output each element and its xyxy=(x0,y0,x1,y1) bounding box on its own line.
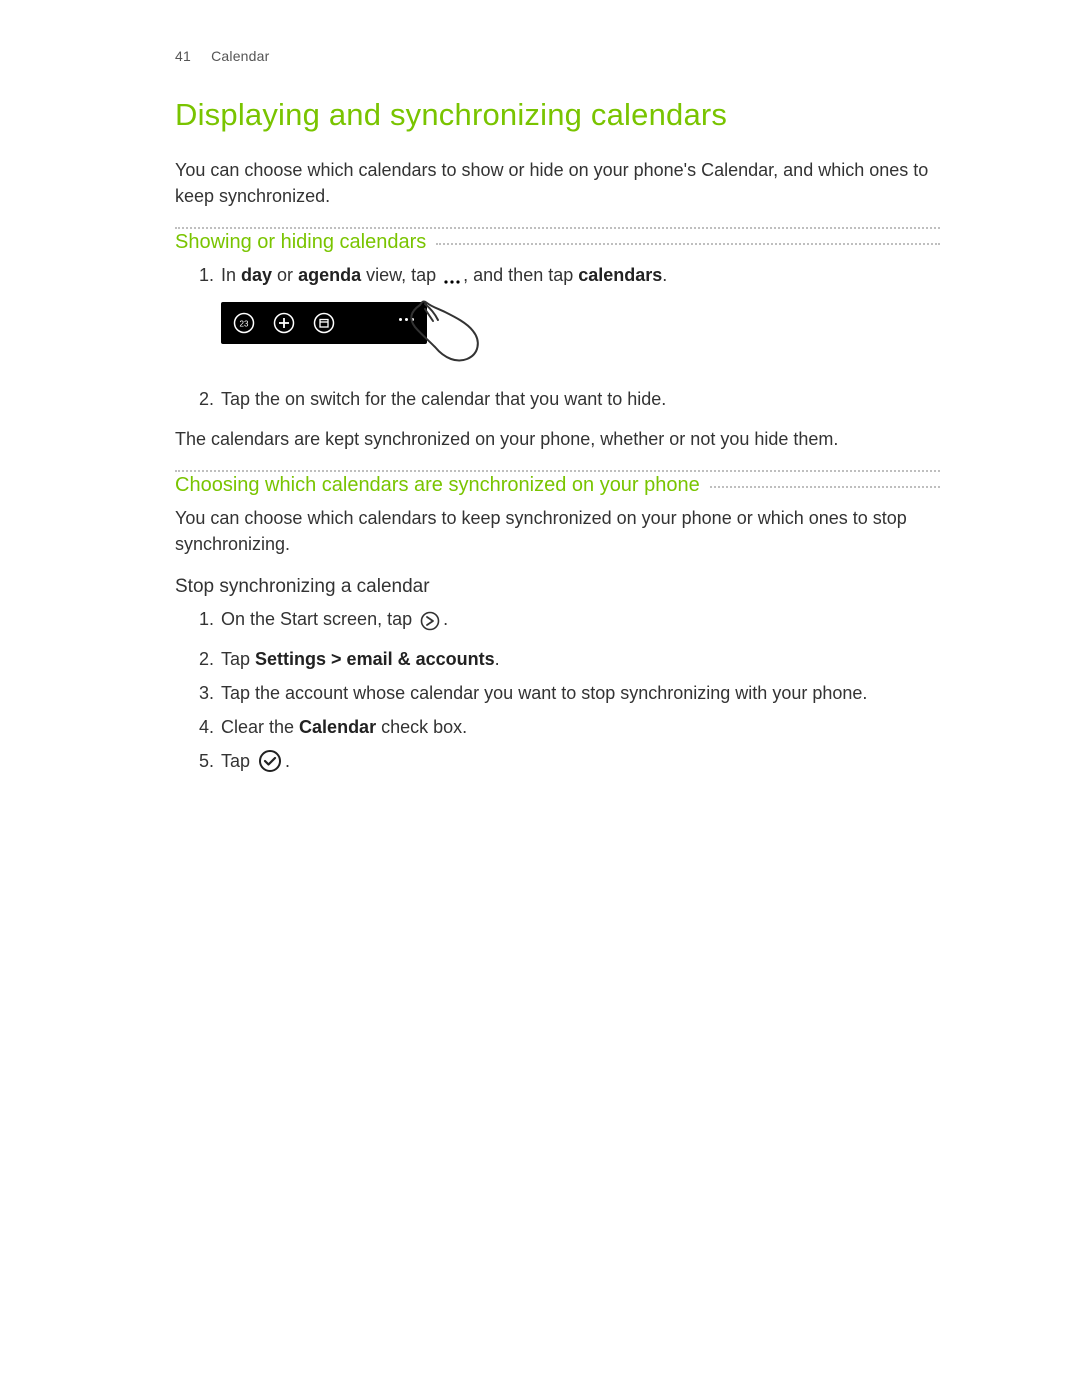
step-item: Tap the account whose calendar you want … xyxy=(219,680,940,706)
svg-text:23: 23 xyxy=(240,320,249,329)
step-text: Clear the xyxy=(221,717,299,737)
divider xyxy=(436,243,940,245)
section-heading: Choosing which calendars are synchronize… xyxy=(175,474,700,497)
arrow-right-icon xyxy=(420,611,440,638)
sub-heading: Stop synchronizing a calendar xyxy=(175,576,940,598)
illustration: 23 xyxy=(221,302,940,378)
add-icon xyxy=(273,312,295,334)
divider xyxy=(175,227,940,229)
ui-term: Calendar xyxy=(299,717,376,737)
step-text: . xyxy=(662,265,667,285)
step-text: Tap xyxy=(221,751,255,771)
ui-term: Settings > email & accounts xyxy=(255,649,495,669)
step-item: In day or agenda view, tap , and then ta… xyxy=(219,262,940,378)
phone-menu-bar: 23 xyxy=(221,302,427,344)
divider xyxy=(710,486,940,488)
step-item: Tap . xyxy=(219,748,940,780)
intro-paragraph: You can choose which calendars to show o… xyxy=(175,157,940,209)
step-text: Tap xyxy=(221,649,255,669)
page-title: Displaying and synchronizing calendars xyxy=(175,96,940,135)
section-heading-block: Showing or hiding calendars xyxy=(175,227,940,254)
running-header: 41 Calendar xyxy=(175,48,940,64)
section-intro: You can choose which calendars to keep s… xyxy=(175,505,940,557)
document-page: 41 Calendar Displaying and synchronizing… xyxy=(0,0,1080,1397)
hand-tap-icon xyxy=(405,297,483,378)
ui-term: day xyxy=(241,265,272,285)
step-text: . xyxy=(285,751,290,771)
step-item: Tap Settings > email & accounts. xyxy=(219,646,940,672)
ui-term: agenda xyxy=(298,265,361,285)
ordered-steps: On the Start screen, tap . Tap Settings … xyxy=(175,606,940,780)
step-text: In xyxy=(221,265,241,285)
divider xyxy=(175,470,940,472)
step-text: or xyxy=(272,265,298,285)
ui-term: calendars xyxy=(578,265,662,285)
section-heading-block: Choosing which calendars are synchronize… xyxy=(175,470,940,497)
step-text: , and then tap xyxy=(463,265,578,285)
more-options-icon xyxy=(444,268,460,294)
step-item: Tap the on switch for the calendar that … xyxy=(219,386,940,412)
today-icon xyxy=(313,312,335,334)
page-number: 41 xyxy=(175,48,207,64)
section-note: The calendars are kept synchronized on y… xyxy=(175,426,940,452)
check-circle-icon xyxy=(258,749,282,780)
step-text: . xyxy=(443,609,448,629)
step-item: On the Start screen, tap . xyxy=(219,606,940,638)
step-text: On the Start screen, tap xyxy=(221,609,417,629)
step-item: Clear the Calendar check box. xyxy=(219,714,940,740)
step-text: . xyxy=(495,649,500,669)
step-text: view, tap xyxy=(361,265,441,285)
step-text: check box. xyxy=(376,717,467,737)
section-name: Calendar xyxy=(211,48,269,64)
section-heading: Showing or hiding calendars xyxy=(175,231,426,254)
calendar-date-icon: 23 xyxy=(233,312,255,334)
ordered-steps: In day or agenda view, tap , and then ta… xyxy=(175,262,940,412)
